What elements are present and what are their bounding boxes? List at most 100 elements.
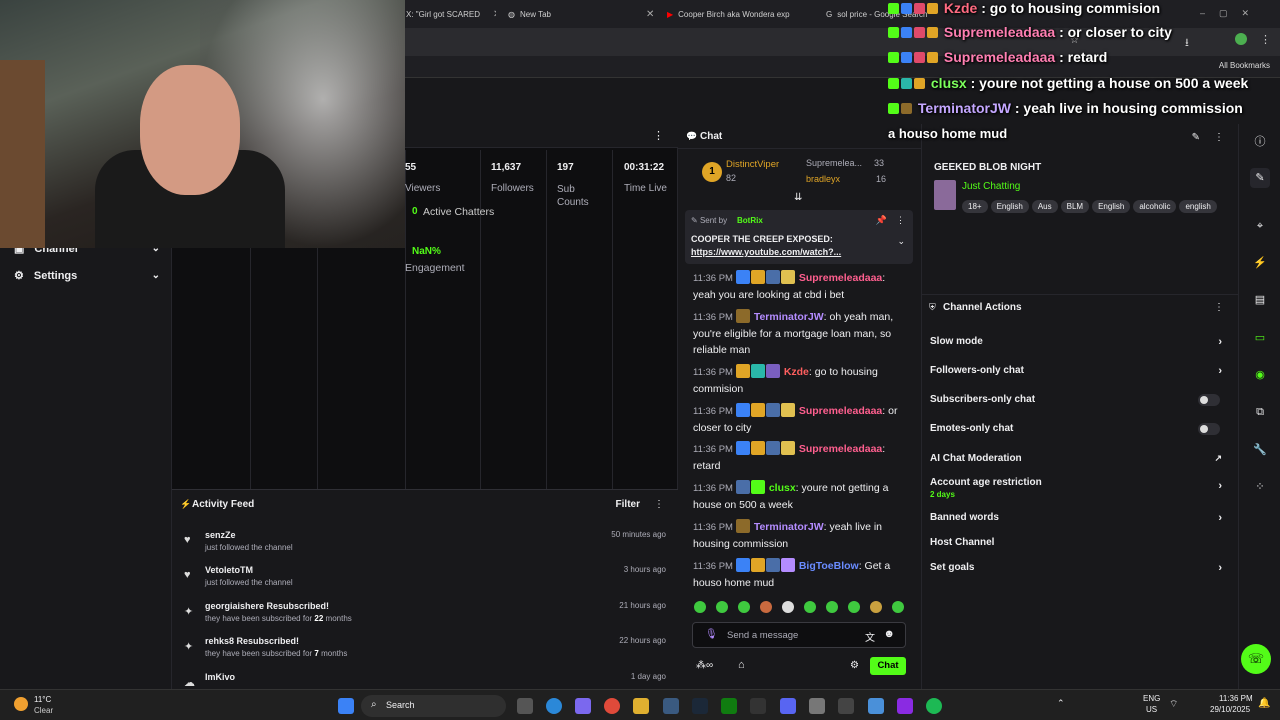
- chat-message[interactable]: 11:36 PM TerminatorJW: oh yeah man, you'…: [693, 309, 908, 358]
- settings-icon[interactable]: [809, 698, 825, 714]
- send-chat-button[interactable]: Chat: [870, 657, 906, 675]
- chat-message[interactable]: 11:36 PM Kzde: go to housing commision: [693, 364, 908, 397]
- chat-message[interactable]: 11:36 PM Supremeleadaaa: retard: [693, 441, 908, 474]
- tag[interactable]: 18+: [962, 200, 988, 213]
- tag[interactable]: english: [1179, 200, 1217, 213]
- all-bookmarks-link[interactable]: All Bookmarks: [1219, 61, 1270, 70]
- tab-x[interactable]: X: "Girl got SCARED ✕: [406, 4, 496, 24]
- emote-icon[interactable]: [782, 601, 794, 613]
- chat-message[interactable]: 11:36 PM Supremeleadaaa: yeah you are lo…: [693, 270, 908, 303]
- more-icon[interactable]: ⋮: [653, 129, 664, 142]
- clock-date[interactable]: 29/10/2025: [1210, 705, 1250, 714]
- edit-icon[interactable]: ✎: [1250, 168, 1270, 188]
- points-icon[interactable]: ⁂∞: [696, 660, 713, 671]
- ai-moderation-item[interactable]: AI Chat Moderation ↗: [930, 453, 1230, 464]
- weather-icon[interactable]: [14, 697, 28, 711]
- region[interactable]: US: [1146, 705, 1157, 714]
- broadcast-icon[interactable]: ◉: [1250, 365, 1270, 385]
- emotes-only-toggle[interactable]: [1198, 423, 1220, 435]
- emote-icon[interactable]: [738, 601, 750, 613]
- subscribers-only-item[interactable]: Subscribers-only chat: [930, 394, 1230, 406]
- app-icon[interactable]: [575, 698, 591, 714]
- apps-icon[interactable]: ⁘: [1250, 477, 1270, 497]
- emote-icon[interactable]: [892, 601, 904, 613]
- wrench-icon[interactable]: 🔧: [1250, 440, 1270, 460]
- language[interactable]: ENG: [1143, 694, 1160, 703]
- edge-icon[interactable]: [546, 698, 562, 714]
- translate-icon[interactable]: 文: [865, 629, 875, 644]
- wifi-icon[interactable]: ⌔: [1169, 698, 1178, 711]
- chat-message[interactable]: 11:36 PM Supremeleadaaa: or closer to ci…: [693, 403, 908, 436]
- layers-icon[interactable]: ⧉: [1250, 402, 1270, 422]
- more-icon[interactable]: ⋮: [654, 499, 664, 510]
- set-goals-item[interactable]: Set goals ›: [930, 562, 1230, 574]
- discord-icon[interactable]: [780, 698, 796, 714]
- app-icon[interactable]: [868, 698, 884, 714]
- tray-chevron-icon[interactable]: ⌃: [1057, 698, 1065, 709]
- chat-icon[interactable]: ▭: [1250, 328, 1270, 348]
- more-icon[interactable]: ⋮: [896, 215, 905, 226]
- edit-icon[interactable]: ✎: [1192, 132, 1200, 143]
- chat-input[interactable]: 🎙 Send a message 文 ☻: [692, 622, 906, 648]
- emote-icon[interactable]: [826, 601, 838, 613]
- tag[interactable]: alcoholic: [1133, 200, 1177, 213]
- subscribers-only-toggle[interactable]: [1198, 394, 1220, 406]
- chat-message[interactable]: 11:36 PM BigToeBlow: Get a houso home mu…: [693, 558, 908, 591]
- notification-icon[interactable]: 🔔: [1258, 698, 1270, 709]
- chat-message[interactable]: 11:36 PM clusx: youre not getting a hous…: [693, 480, 908, 513]
- leader-name[interactable]: Supremelea...: [806, 158, 862, 168]
- sidebar-item-settings[interactable]: ⚙ Settings ⌄: [14, 269, 160, 283]
- close-icon[interactable]: ✕: [493, 9, 496, 20]
- tag[interactable]: English: [990, 200, 1029, 213]
- host-channel-item[interactable]: Host Channel: [930, 537, 1230, 548]
- task-view-icon[interactable]: [517, 698, 533, 714]
- xbox-icon[interactable]: [721, 698, 737, 714]
- obs-icon[interactable]: [663, 698, 679, 714]
- gear-icon[interactable]: ⚙: [850, 660, 859, 671]
- emoji-icon[interactable]: ☻: [883, 628, 895, 640]
- stream-category[interactable]: Just Chatting: [962, 181, 1020, 192]
- folder-icon[interactable]: [633, 698, 649, 714]
- document-icon[interactable]: ▤: [1250, 290, 1270, 310]
- help-button[interactable]: ☏: [1241, 644, 1271, 674]
- store-icon[interactable]: [838, 698, 854, 714]
- window-controls[interactable]: –▢✕: [1200, 8, 1263, 19]
- tag[interactable]: English: [1092, 200, 1131, 213]
- emote-bar[interactable]: [694, 601, 909, 615]
- slow-mode-item[interactable]: Slow mode ›: [930, 336, 1230, 348]
- emote-icon[interactable]: [694, 601, 706, 613]
- download-icon[interactable]: ⭳: [1185, 34, 1189, 53]
- spotify-icon[interactable]: [926, 698, 942, 714]
- emote-icon[interactable]: [804, 601, 816, 613]
- chat-message[interactable]: 11:36 PM TerminatorJW: yeah live in hous…: [693, 519, 908, 552]
- leader-name[interactable]: bradleyx: [806, 174, 840, 184]
- target-icon[interactable]: ⌖: [1250, 216, 1270, 236]
- close-icon[interactable]: ✕: [646, 9, 654, 20]
- menu-icon[interactable]: ⋮: [1260, 33, 1271, 46]
- tag[interactable]: BLM: [1060, 200, 1090, 213]
- tag[interactable]: Aus: [1031, 200, 1058, 213]
- filter-button[interactable]: Filter: [616, 499, 640, 510]
- emote-icon[interactable]: [870, 601, 882, 613]
- collapse-icon[interactable]: ⇊: [794, 192, 802, 203]
- chevron-down-icon[interactable]: ⌄: [897, 236, 905, 247]
- bolt-icon[interactable]: ⚡: [1250, 253, 1270, 273]
- taskbar-search[interactable]: ⌕ Search: [361, 695, 506, 717]
- emote-icon[interactable]: [760, 601, 772, 613]
- windows-start-icon[interactable]: [338, 698, 354, 714]
- pinned-message[interactable]: ✎ Sent by BotRix 📌 ⋮ COOPER THE CREEP EX…: [685, 210, 913, 264]
- more-icon[interactable]: ⋮: [1214, 302, 1224, 313]
- tab-new[interactable]: ◍ New Tab ✕: [508, 4, 656, 24]
- more-icon[interactable]: ⋮: [1214, 132, 1224, 143]
- emote-icon[interactable]: [716, 601, 728, 613]
- pin-icon[interactable]: 📌: [876, 215, 887, 226]
- info-icon[interactable]: ⓘ: [1250, 132, 1270, 152]
- app-icon[interactable]: [897, 698, 913, 714]
- steam-icon[interactable]: [692, 698, 708, 714]
- emote-icon[interactable]: [848, 601, 860, 613]
- tab-youtube[interactable]: ▶ Cooper Birch aka Wondera exp: [667, 4, 817, 24]
- pinned-link[interactable]: https://www.youtube.com/watch?...: [691, 247, 841, 257]
- emotes-only-item[interactable]: Emotes-only chat: [930, 423, 1230, 435]
- followers-only-item[interactable]: Followers-only chat ›: [930, 365, 1230, 377]
- account-age-item[interactable]: Account age restriction › 2 days: [930, 477, 1230, 499]
